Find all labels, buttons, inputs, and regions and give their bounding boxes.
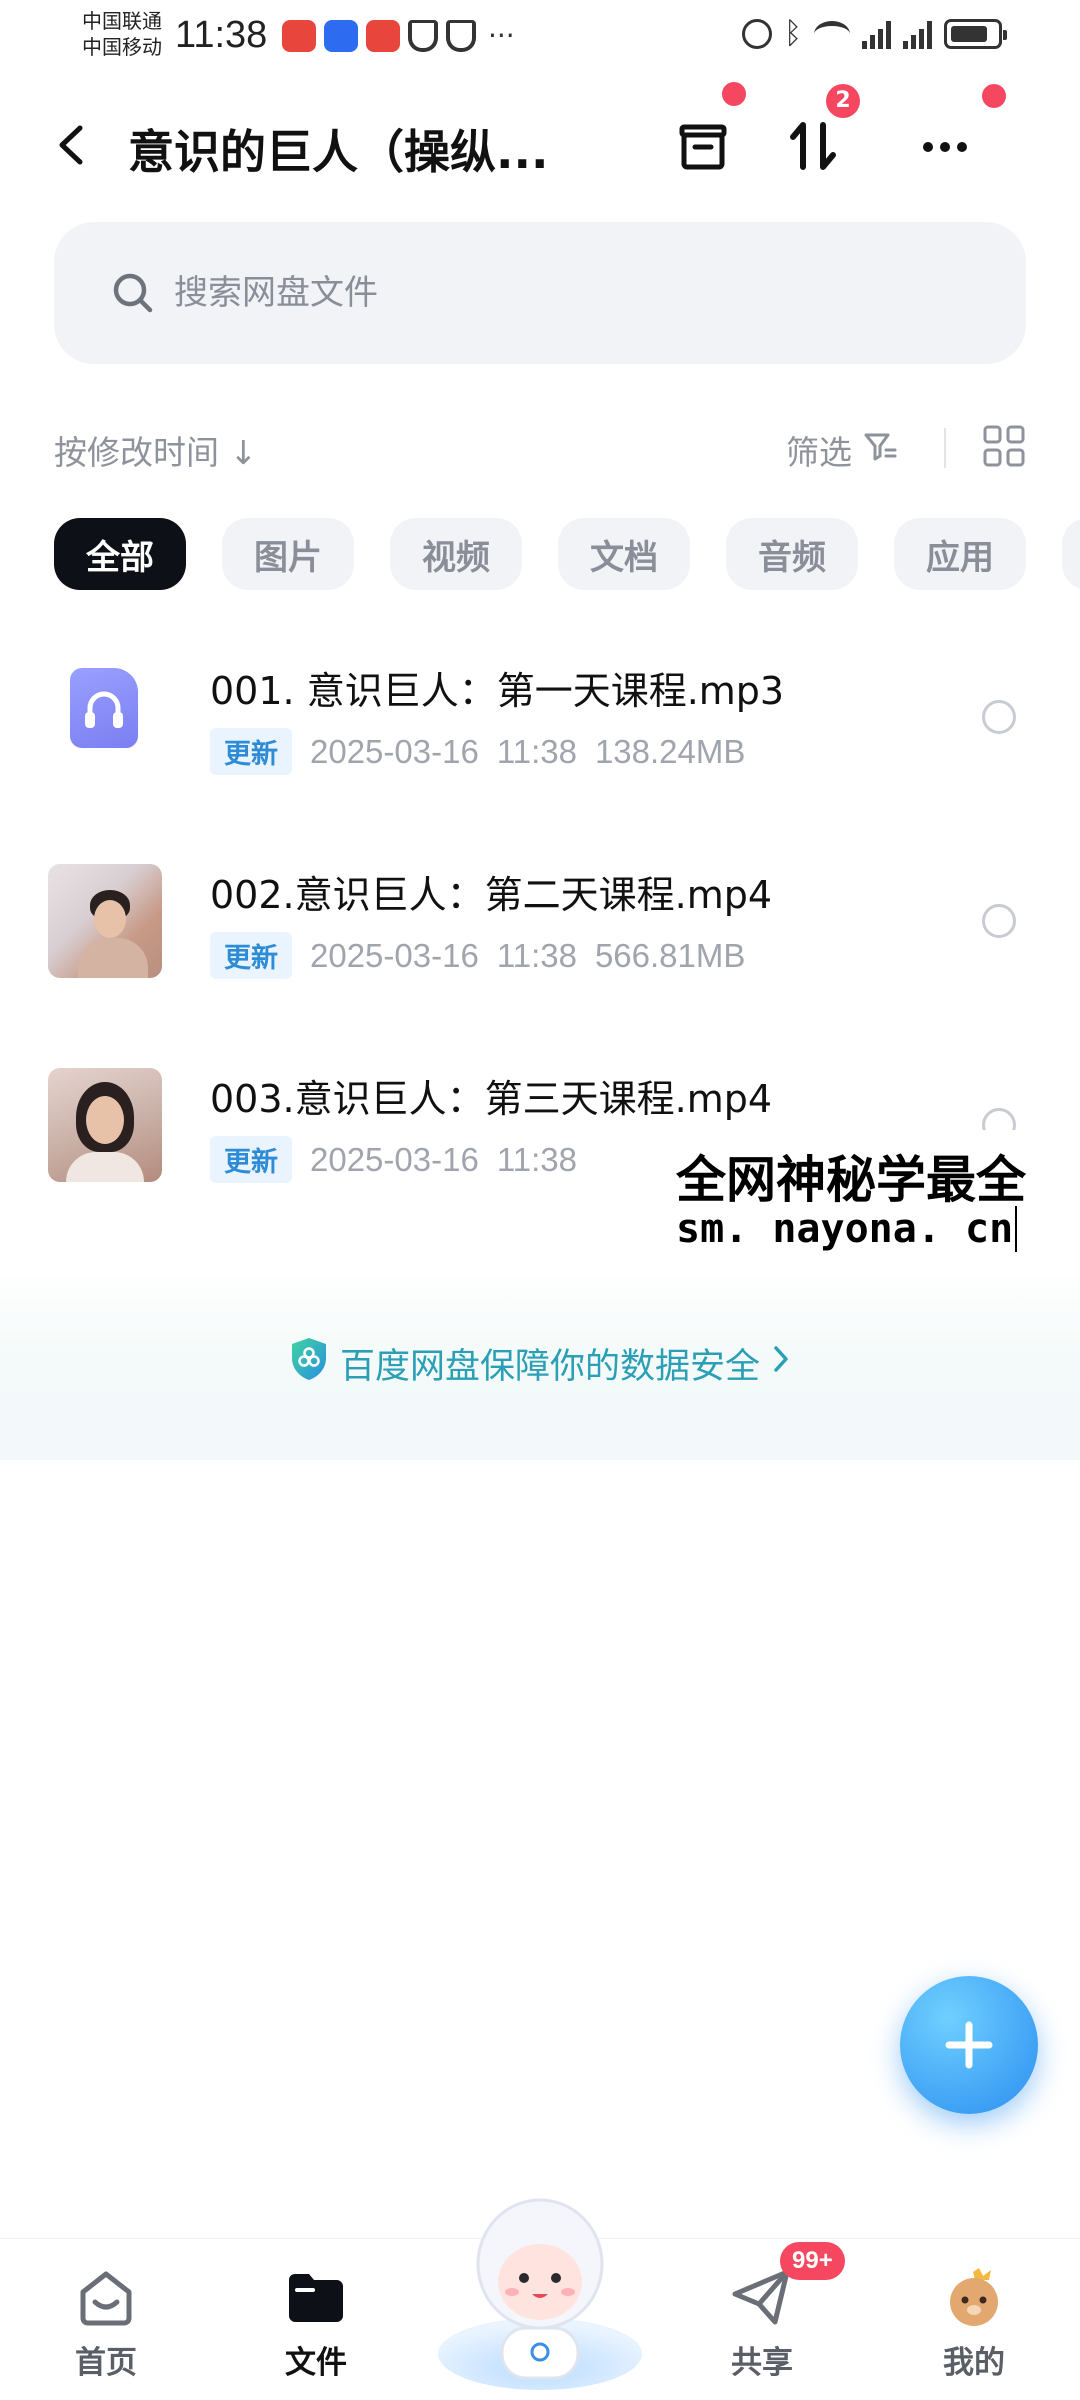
signal-icon [903, 19, 932, 49]
app-notification-icon [324, 20, 358, 52]
nav-mine-label: 我的 [943, 2345, 1005, 2381]
more-dot-badge [982, 84, 1006, 108]
file-time: 11:38 [496, 1140, 577, 1178]
chevron-right-icon [770, 1342, 792, 1385]
carrier-info: 中国联通 中国移动 [82, 8, 162, 60]
file-time: 11:38 [496, 732, 577, 770]
archive-dot-badge [722, 82, 746, 106]
bluetooth-icon: ᛒ [784, 16, 802, 51]
home-icon [72, 2263, 140, 2331]
more-notifications-icon: ··· [488, 19, 515, 52]
nav-home[interactable]: 首页 [36, 2263, 176, 2393]
tab-all[interactable]: 全部 [54, 518, 186, 590]
file-name: 002.意识巨人：第二天课程.mp4 [210, 873, 773, 917]
update-tag: 更新 [210, 1136, 292, 1183]
file-size: 138.24MB [594, 732, 746, 770]
app-notification-icon [408, 20, 438, 52]
alarm-icon [742, 18, 772, 49]
wifi-icon [814, 20, 850, 47]
grid-view-icon [983, 425, 1025, 467]
carrier-2: 中国移动 [82, 35, 162, 59]
transfer-count-badge: 2 [826, 84, 860, 118]
category-tabs: 全部 图片 视频 文档 音频 应用 [54, 518, 1080, 592]
file-meta: 更新 2025-03-16 11:38 [210, 1136, 577, 1183]
status-bar: 中国联通 中国移动 11:38 ··· ᛒ [0, 0, 1080, 70]
security-link[interactable]: 百度网盘保障你的数据安全 [0, 1336, 1080, 1391]
more-icon [923, 142, 967, 152]
app-notification-icon [446, 20, 476, 52]
security-text: 百度网盘保障你的数据安全 [339, 1347, 760, 1387]
archive-icon [679, 124, 727, 170]
update-tag: 更新 [210, 728, 292, 775]
plus-icon [945, 2021, 993, 2069]
file-name: 003.意识巨人：第三天课程.mp4 [210, 1077, 773, 1121]
file-date: 2025-03-16 [310, 936, 479, 974]
status-time: 11:38 [175, 14, 268, 56]
tab-audio[interactable]: 音频 [726, 518, 858, 590]
archive-button[interactable] [668, 112, 738, 182]
tab-apps[interactable]: 应用 [894, 518, 1026, 590]
search-input[interactable] [174, 260, 874, 326]
nav-files[interactable]: 文件 [246, 2263, 386, 2393]
file-row[interactable]: 001. 意识巨人：第一天课程.mp3 更新 2025-03-16 11:38 … [0, 618, 1080, 822]
tab-documents[interactable]: 文档 [558, 518, 690, 590]
notification-icons: ··· [282, 20, 515, 52]
signal-icon [862, 19, 891, 49]
tab-videos[interactable]: 视频 [390, 518, 522, 590]
header: 意识的巨人（操纵... 2 [0, 82, 1080, 200]
select-radio[interactable] [982, 904, 1016, 938]
file-size: 566.81MB [594, 936, 746, 974]
audio-file-icon [70, 668, 138, 748]
watermark-line-2: sm. nayona. cn [676, 1206, 1018, 1252]
search-icon [113, 273, 153, 313]
nav-files-label: 文件 [285, 2345, 347, 2381]
file-name: 001. 意识巨人：第一天课程.mp3 [210, 669, 785, 713]
avatar [940, 2263, 1008, 2331]
transfer-icon [790, 122, 836, 170]
file-time: 11:38 [496, 936, 577, 974]
security-banner: 百度网盘保障你的数据安全 [0, 1270, 1080, 1460]
add-button[interactable] [900, 1976, 1038, 2114]
share-count-badge: 99+ [780, 2242, 845, 2280]
watermark-overlay: 全网神秘学最全 sm. nayona. cn [672, 1130, 1080, 1260]
back-button[interactable] [50, 120, 94, 170]
video-thumbnail [48, 864, 162, 978]
assistant-mascot-button[interactable] [432, 2178, 648, 2392]
filter-icon [862, 428, 898, 472]
mascot-icon [438, 2198, 642, 2390]
video-thumbnail [48, 1068, 162, 1182]
update-tag: 更新 [210, 932, 292, 979]
tab-images[interactable]: 图片 [222, 518, 354, 590]
tab-more[interactable] [1062, 518, 1080, 590]
file-meta: 更新 2025-03-16 11:38 138.24MB [210, 728, 745, 775]
system-icons: ᛒ [742, 16, 1007, 51]
sort-button[interactable]: 按修改时间 ↓ [54, 426, 257, 474]
carrier-1: 中国联通 [82, 9, 162, 33]
file-meta: 更新 2025-03-16 11:38 566.81MB [210, 932, 745, 979]
grid-view-button[interactable] [982, 424, 1026, 468]
shield-icon [288, 1336, 330, 1391]
page-title: 意识的巨人（操纵... [128, 125, 549, 179]
nav-home-label: 首页 [75, 2345, 137, 2381]
app-notification-icon [366, 20, 400, 52]
select-radio[interactable] [982, 700, 1016, 734]
sort-filter-row: 按修改时间 ↓ 筛选 [54, 420, 1026, 480]
folder-icon [282, 2263, 350, 2331]
nav-mine[interactable]: 我的 [904, 2263, 1044, 2393]
file-date: 2025-03-16 [310, 1140, 479, 1178]
nav-share-label: 共享 [731, 2345, 793, 2381]
battery-icon [944, 18, 1007, 49]
watermark-line-1: 全网神秘学最全 [676, 1151, 1026, 1209]
app-notification-icon [282, 20, 316, 52]
file-date: 2025-03-16 [310, 732, 479, 770]
filter-label: 筛选 [786, 433, 852, 472]
more-button[interactable] [910, 112, 980, 182]
back-arrow-icon [59, 125, 83, 165]
file-row[interactable]: 002.意识巨人：第二天课程.mp4 更新 2025-03-16 11:38 5… [0, 822, 1080, 1026]
nav-share[interactable]: 共享 [692, 2263, 832, 2393]
search-bar[interactable] [54, 222, 1026, 364]
toolbar-divider [944, 428, 946, 468]
filter-button[interactable]: 筛选 [786, 426, 898, 474]
transfer-button[interactable] [778, 112, 848, 182]
